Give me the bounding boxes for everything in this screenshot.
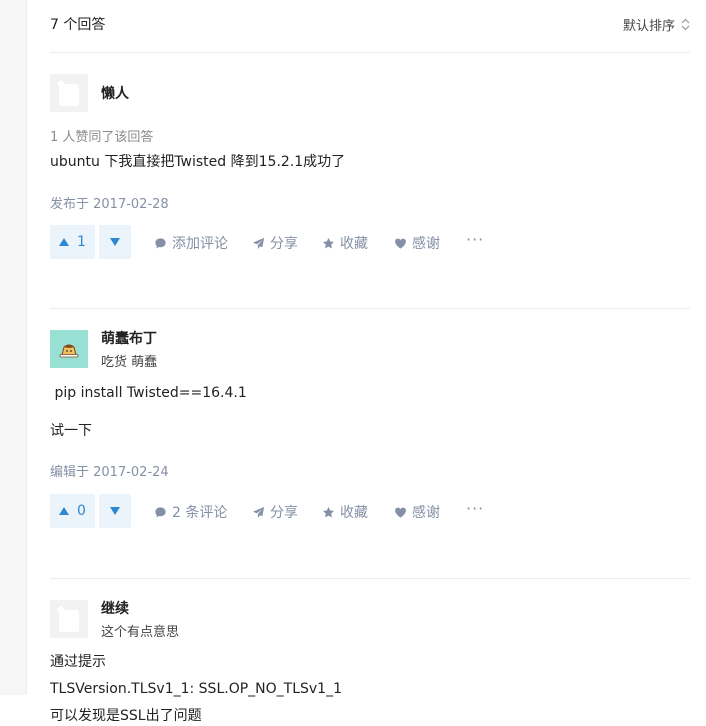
answer-text-line: 试一下	[50, 423, 92, 439]
answer-actions: 1 添加评论 分享 收藏 感谢 ···	[50, 225, 690, 259]
answer-text-line: TLSVersion.TLSv1_1: SSL.OP_NO_TLSv1_1	[50, 681, 342, 697]
avatar[interactable]	[50, 600, 88, 638]
downvote-triangle-icon	[110, 238, 120, 246]
left-sidebar-strip	[0, 0, 27, 695]
share-label: 分享	[270, 505, 298, 521]
upvote-triangle-icon	[59, 507, 70, 515]
author-bio: 吃货 萌蠢	[101, 355, 158, 370]
avatar[interactable]	[50, 74, 88, 112]
heart-icon	[395, 507, 406, 518]
answer-date[interactable]: 发布于 2017-02-28	[50, 193, 690, 212]
pudding-avatar-icon	[59, 344, 79, 358]
author-info: 继续 这个有点意思	[50, 598, 690, 640]
thank-label: 感谢	[412, 505, 440, 521]
sort-label: 默认排序	[622, 18, 675, 34]
more-icon[interactable]: ···	[466, 230, 484, 249]
paper-plane-icon	[252, 506, 265, 518]
heart-icon	[395, 238, 406, 249]
speech-bubble-icon	[155, 237, 166, 249]
sort-dropdown[interactable]: 默认排序	[623, 15, 690, 34]
collect-label: 收藏	[340, 236, 368, 252]
answer-date[interactable]: 编辑于 2017-02-24	[50, 461, 690, 480]
answer-actions: 0 2 条评论 分享 收藏 感谢 ···	[50, 494, 690, 528]
answer-item: 继续 这个有点意思 通过提示 TLSVersion.TLSv1_1: SSL.O…	[50, 599, 690, 726]
thank-label: 感谢	[412, 236, 440, 252]
share-button[interactable]: 分享	[252, 233, 298, 253]
author-bio: 这个有点意思	[101, 625, 180, 640]
author-name[interactable]: 继续	[101, 598, 179, 618]
thank-button[interactable]: 感谢	[394, 233, 440, 253]
collect-button[interactable]: 收藏	[322, 233, 368, 253]
more-icon[interactable]: ···	[466, 499, 484, 518]
star-icon	[323, 506, 334, 517]
thank-button[interactable]: 感谢	[394, 502, 440, 522]
upvote-info: 1 人赞同了该回答	[50, 130, 154, 145]
collect-button[interactable]: 收藏	[322, 502, 368, 522]
sort-chevrons-icon	[681, 18, 690, 31]
paper-plane-icon	[252, 237, 265, 249]
answer-item: 萌蠢布丁 吃货 萌蠢 pip install Twisted==16.4.1 试…	[50, 329, 690, 579]
comment-label: 添加评论	[172, 236, 228, 252]
author-info: 懒人	[50, 73, 690, 113]
answer-text-line: 可以发现是SSL出了问题	[50, 708, 202, 724]
vote-count: 0	[77, 503, 86, 519]
avatar[interactable]	[50, 330, 88, 368]
answers-count: 7 个回答	[50, 17, 106, 33]
author-info: 萌蠢布丁 吃货 萌蠢	[50, 328, 690, 370]
share-button[interactable]: 分享	[252, 502, 298, 522]
answer-text-line: 通过提示	[50, 654, 106, 670]
author-name[interactable]: 懒人	[101, 83, 129, 103]
answer-text-line: ubuntu 下我直接把Twisted 降到15.2.1成功了	[50, 154, 346, 170]
author-name[interactable]: 萌蠢布丁	[101, 328, 157, 348]
comment-button[interactable]: 2 条评论	[154, 502, 227, 522]
comment-label: 2 条评论	[172, 505, 228, 521]
downvote-button[interactable]	[99, 225, 131, 259]
answers-panel: 7 个回答 默认排序 懒人 1 人赞同了该回答 ubuntu 下我直接把Twis…	[50, 0, 690, 726]
upvote-button[interactable]: 1	[50, 225, 95, 259]
comment-button[interactable]: 添加评论	[154, 233, 228, 253]
answers-header: 7 个回答 默认排序	[50, 0, 690, 53]
vote-count: 1	[77, 234, 86, 250]
upvote-button[interactable]: 0	[50, 494, 95, 528]
answer-item: 懒人 1 人赞同了该回答 ubuntu 下我直接把Twisted 降到15.2.…	[50, 73, 690, 309]
answer-text-line: pip install Twisted==16.4.1	[50, 385, 247, 401]
collect-label: 收藏	[340, 505, 368, 521]
star-icon	[323, 237, 334, 248]
share-label: 分享	[270, 236, 298, 252]
downvote-button[interactable]	[99, 494, 131, 528]
upvote-triangle-icon	[59, 238, 70, 246]
speech-bubble-icon	[155, 506, 166, 518]
downvote-triangle-icon	[110, 507, 120, 515]
